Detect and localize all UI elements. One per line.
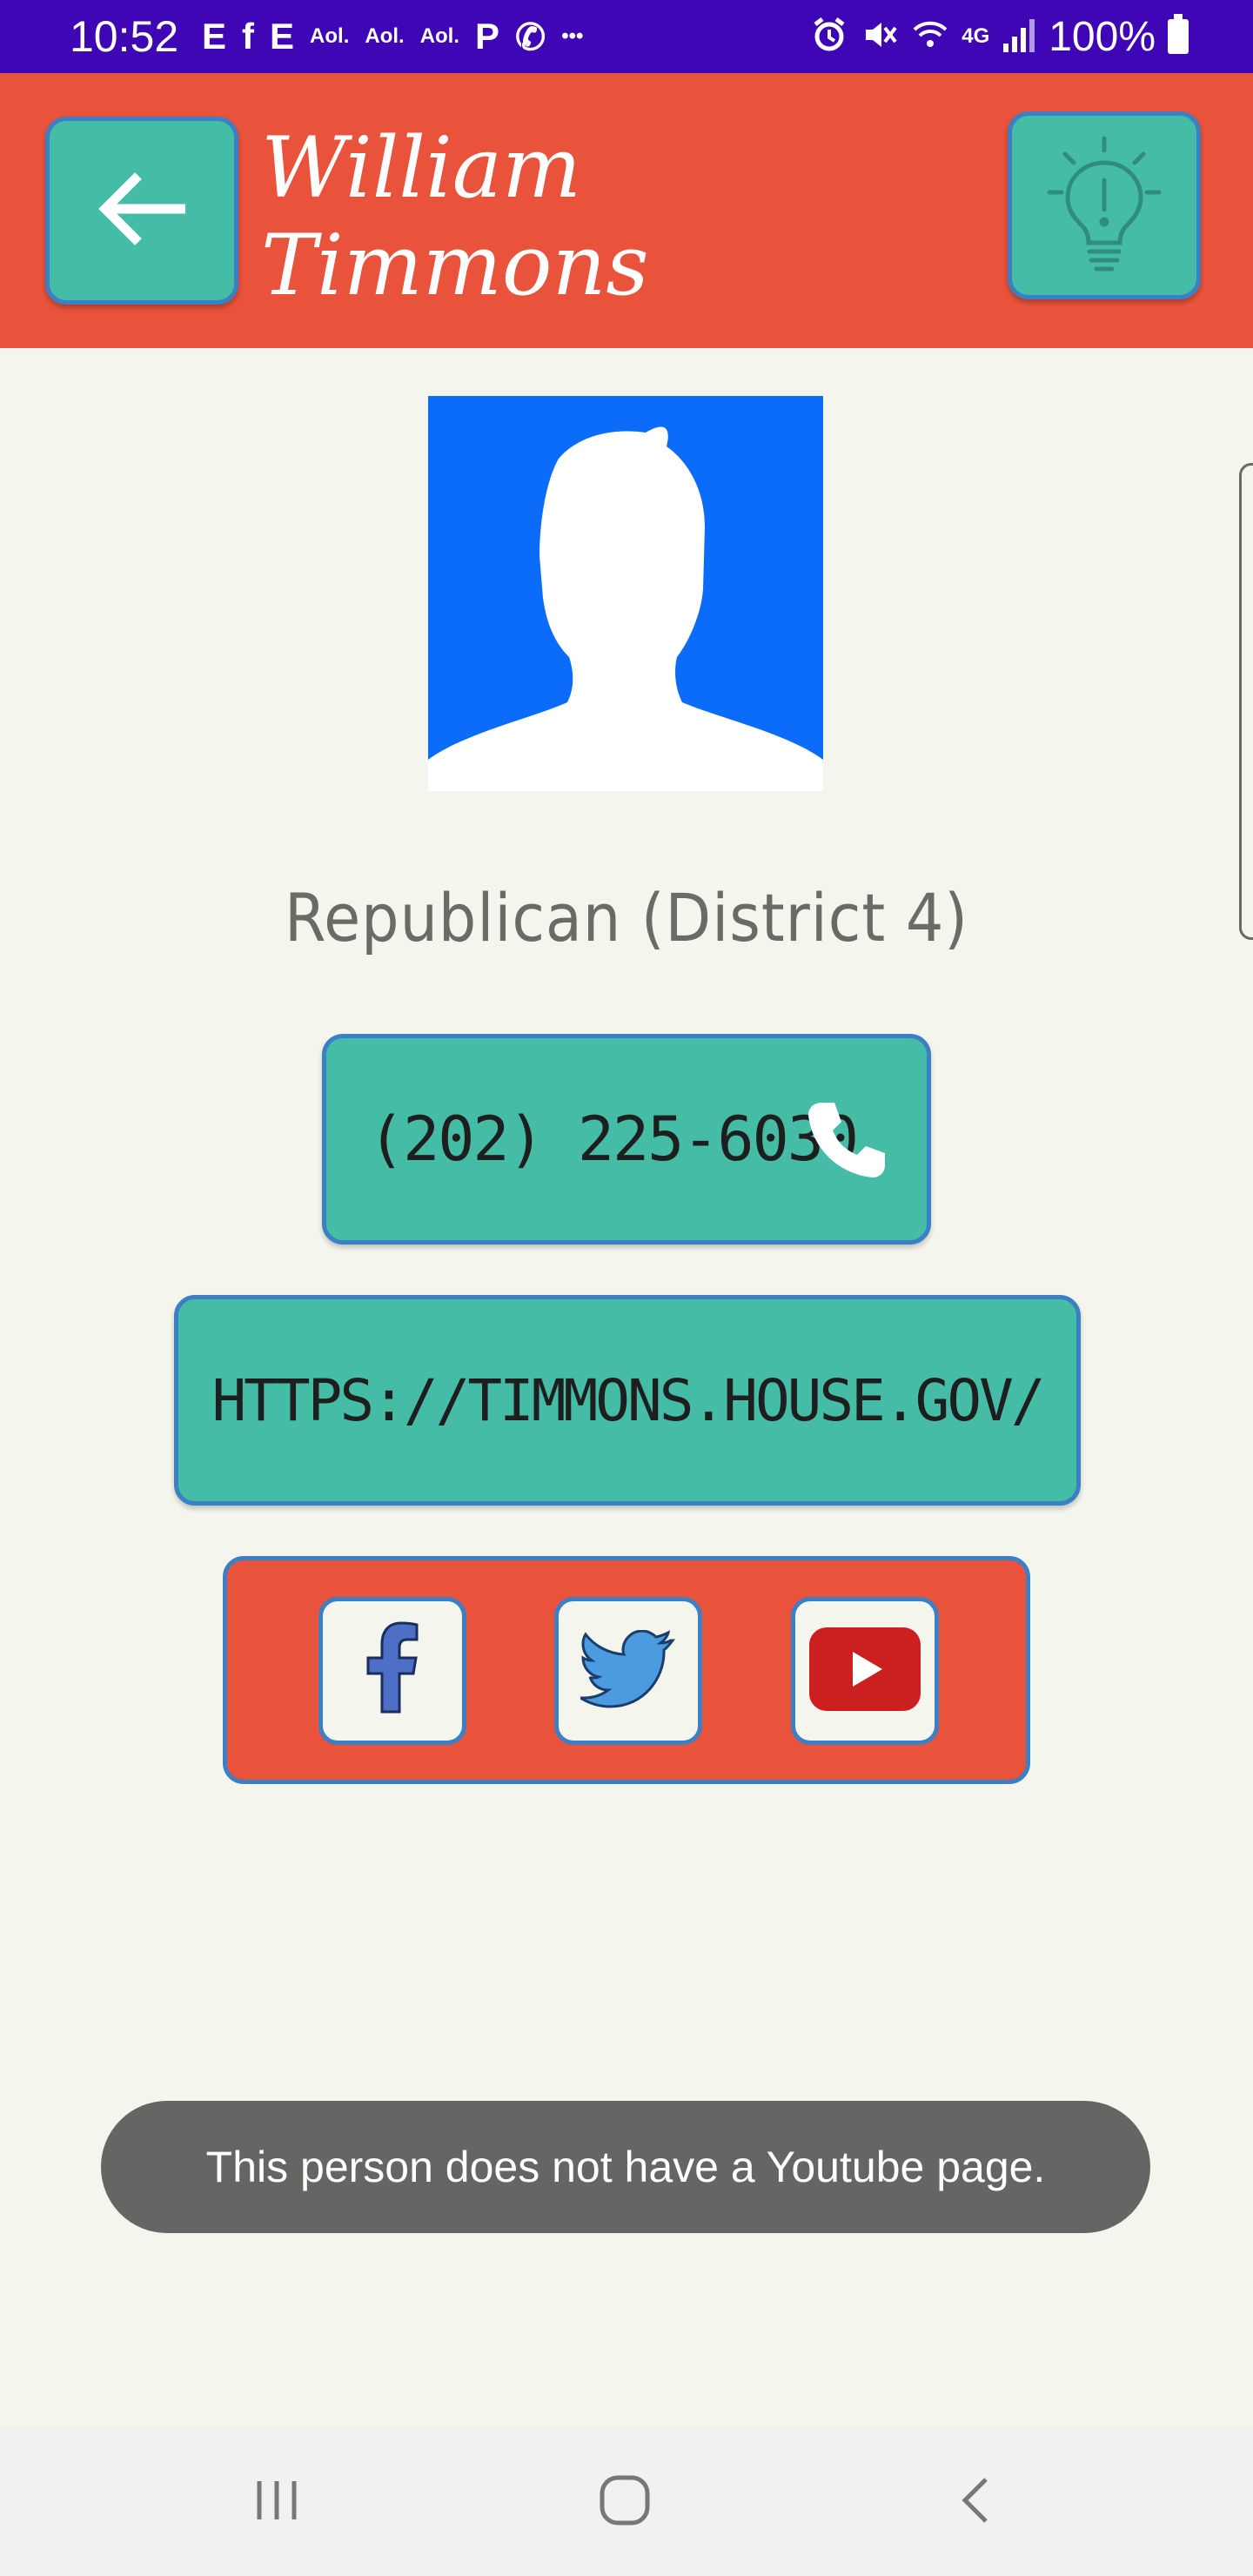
phone-icon: [803, 1096, 890, 1183]
status-bar: 10:52 Ef E Aol. Aol. Aol. P ✆ ••• 4G 100%: [0, 0, 1253, 73]
facebook-button[interactable]: [318, 1597, 466, 1745]
p-icon: P: [475, 16, 500, 57]
idea-button[interactable]: [1008, 111, 1201, 299]
e2-icon: E: [270, 16, 295, 57]
website-button[interactable]: HTTPS://TIMMONS.HOUSE.GOV/: [174, 1295, 1081, 1506]
e-icon: E: [202, 16, 227, 57]
system-nav-bar: [0, 2428, 1253, 2576]
toast-message: This person does not have a Youtube page…: [101, 2101, 1150, 2233]
battery-percent: 100%: [1049, 13, 1156, 60]
twitter-button[interactable]: [554, 1597, 702, 1745]
signal-icon: [1002, 16, 1036, 58]
youtube-icon: [804, 1617, 926, 1725]
social-links-panel: [223, 1556, 1030, 1784]
alarm-icon: [810, 16, 848, 58]
battery-icon: [1168, 14, 1189, 54]
wifi-icon: [911, 16, 949, 58]
profile-photo: [428, 396, 823, 791]
status-time: 10:52: [70, 12, 179, 61]
lightbulb-icon: [1039, 130, 1169, 281]
status-system-icons: 4G 100%: [810, 10, 1189, 63]
more-icon: •••: [561, 24, 584, 48]
back-button[interactable]: [45, 117, 238, 305]
status-notification-icons: Ef E Aol. Aol. Aol. P ✆ •••: [202, 10, 583, 63]
party-district-label: Republican (District 4): [284, 879, 968, 956]
chevron-left-icon: [955, 2474, 998, 2530]
arrow-left-icon: [90, 165, 194, 256]
network-type-label: 4G: [962, 24, 990, 48]
recents-icon: [251, 2474, 303, 2530]
facebook-status-icon: f: [242, 16, 255, 57]
recent-apps-button[interactable]: [233, 2463, 320, 2541]
phone-button[interactable]: (202) 225-6030: [322, 1034, 931, 1244]
aol3-icon: Aol.: [419, 24, 460, 48]
phone-number: (202) 225-6030: [368, 1104, 859, 1175]
home-icon: [597, 2472, 653, 2532]
avatar-silhouette: [428, 426, 823, 791]
app-header: William Timmons: [0, 73, 1253, 348]
mute-icon: [861, 16, 899, 58]
edge-panel-handle[interactable]: [1239, 463, 1253, 940]
aol-icon: Aol.: [310, 24, 350, 48]
home-button[interactable]: [581, 2463, 668, 2541]
aol2-icon: Aol.: [365, 24, 405, 48]
facebook-icon: [358, 1621, 427, 1721]
website-link: HTTPS://TIMMONS.HOUSE.GOV/: [211, 1366, 1045, 1434]
system-back-button[interactable]: [933, 2463, 1020, 2541]
wifi-calling-icon: ✆: [515, 16, 546, 57]
youtube-button[interactable]: [791, 1597, 939, 1745]
page-title: William Timmons: [261, 119, 649, 314]
twitter-icon: [575, 1629, 676, 1712]
